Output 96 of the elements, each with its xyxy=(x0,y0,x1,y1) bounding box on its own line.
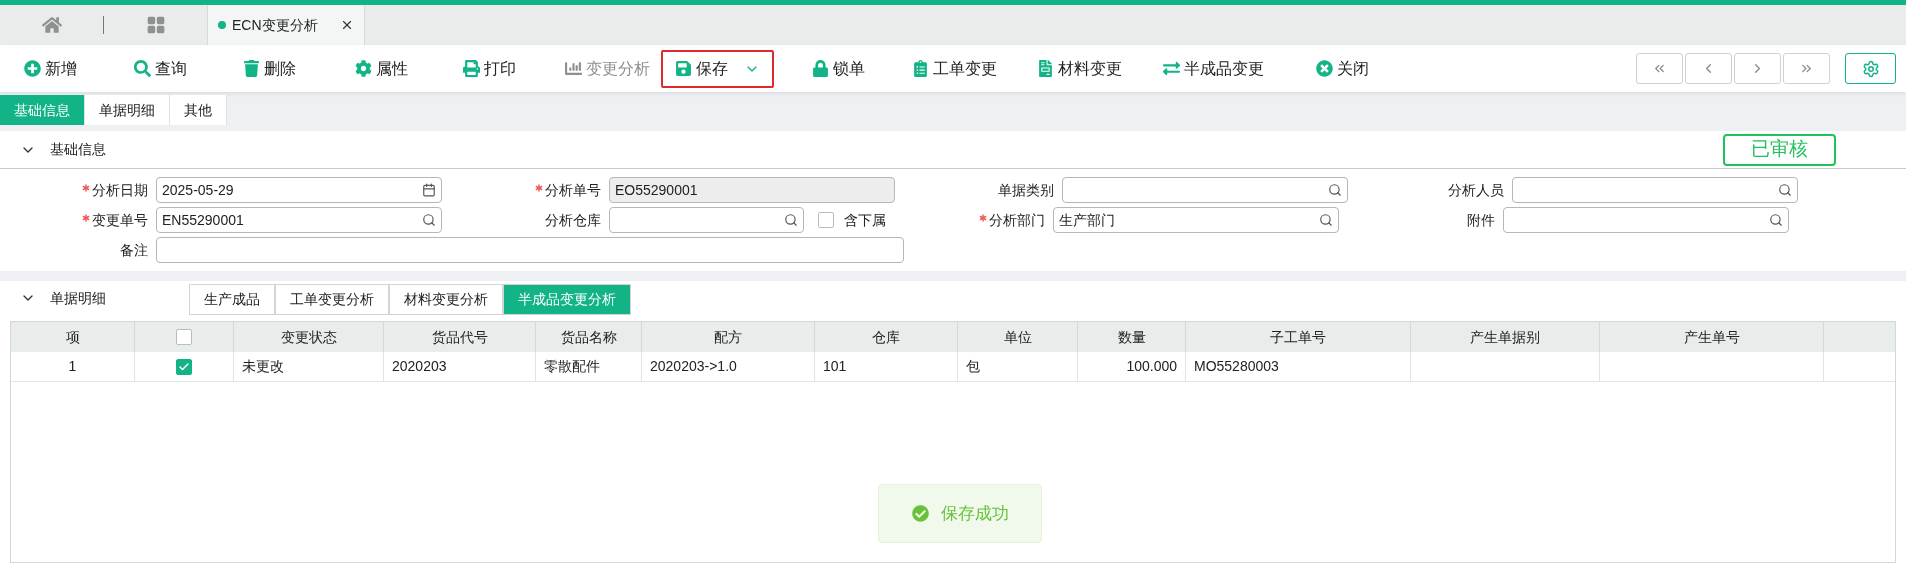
required-icon xyxy=(533,182,545,194)
close-icon[interactable] xyxy=(340,18,354,32)
column-header: 货品代号 xyxy=(431,327,488,347)
column-header: 产生单号 xyxy=(1683,327,1740,347)
column-header: 单位 xyxy=(1003,327,1032,347)
input-field[interactable] xyxy=(1512,177,1798,203)
field-label: 备注 xyxy=(120,240,148,260)
toolbar-button[interactable]: 关闭 xyxy=(1316,49,1369,88)
section-title: 单据明细 xyxy=(50,288,107,308)
grid-icon[interactable] xyxy=(145,15,166,35)
field-label: 分析仓库 xyxy=(545,210,601,230)
input-field[interactable] xyxy=(1062,177,1348,203)
table-cell-text: 2020203 xyxy=(392,357,447,376)
table-cell-text: 未更改 xyxy=(242,357,284,376)
toolbar-button[interactable]: 材料变更 xyxy=(1037,49,1122,88)
checkbox[interactable] xyxy=(176,358,192,375)
status-stamp: 已审核 xyxy=(1723,133,1836,166)
column-header: 项 xyxy=(65,327,80,347)
field-label: 变更单号 xyxy=(92,210,148,230)
required-icon xyxy=(80,182,92,194)
checkbox-label: 含下属 xyxy=(844,210,886,230)
search-icon[interactable] xyxy=(422,213,436,227)
clipboard-icon xyxy=(912,60,929,77)
column-header: 货品名称 xyxy=(560,327,617,347)
table-cell-text: MO55280003 xyxy=(1194,357,1279,376)
table-cell-text: 1 xyxy=(68,357,77,376)
search-icon[interactable] xyxy=(1328,183,1342,197)
document-tab[interactable]: ECN变更分析 xyxy=(207,5,365,45)
field-label: 分析人员 xyxy=(1448,180,1504,200)
settings-icon xyxy=(355,60,372,77)
checkbox[interactable] xyxy=(818,212,834,228)
swap-icon xyxy=(1163,60,1180,77)
field-label: 分析日期 xyxy=(92,180,148,200)
toolbar-button[interactable]: 锁单 xyxy=(812,49,865,88)
settings-icon xyxy=(1861,59,1880,78)
section-tab[interactable]: 其他 xyxy=(170,95,227,125)
close-icon xyxy=(1316,60,1333,77)
column-header: 数量 xyxy=(1117,327,1146,347)
column-header: 配方 xyxy=(714,327,742,347)
toolbar-button[interactable]: 查询 xyxy=(134,49,187,88)
input-field[interactable]: EN55290001 xyxy=(156,207,442,233)
lock-icon xyxy=(812,60,829,77)
detail-tab[interactable]: 工单变更分析 xyxy=(275,284,389,315)
field-label: 分析单号 xyxy=(545,180,601,200)
search-icon xyxy=(134,60,151,77)
field-label: 分析部门 xyxy=(989,210,1045,230)
toast-message: 保存成功 xyxy=(878,484,1042,543)
required-icon xyxy=(80,212,92,224)
plus-icon xyxy=(24,60,41,77)
toolbar-button[interactable]: 工单变更 xyxy=(912,49,997,88)
field-label: 单据类别 xyxy=(998,180,1054,200)
settings-button[interactable] xyxy=(1845,53,1896,84)
search-icon[interactable] xyxy=(784,213,798,227)
calendar-icon[interactable] xyxy=(422,183,436,197)
check-icon xyxy=(178,360,190,373)
document-icon xyxy=(1037,60,1054,77)
search-icon[interactable] xyxy=(1769,213,1783,227)
checkbox[interactable] xyxy=(176,329,192,345)
printer-icon xyxy=(463,60,480,77)
pager-button[interactable] xyxy=(1783,53,1830,84)
search-icon[interactable] xyxy=(1778,183,1792,197)
table-cell-text: 101 xyxy=(823,357,847,376)
input-field[interactable] xyxy=(609,207,804,233)
search-icon[interactable] xyxy=(1319,213,1333,227)
table-cell-text: 2020203->1.0 xyxy=(650,357,737,376)
input-field[interactable] xyxy=(1503,207,1789,233)
pager-button[interactable] xyxy=(1636,53,1683,84)
required-icon xyxy=(977,212,989,224)
toolbar-button[interactable]: 属性 xyxy=(355,49,408,88)
column-header: 子工单号 xyxy=(1270,327,1326,347)
section-tab[interactable]: 单据明细 xyxy=(85,95,170,125)
table-cell-text: 零散配件 xyxy=(544,357,600,376)
check-icon xyxy=(911,505,929,522)
chart-icon xyxy=(565,60,582,77)
input-field[interactable] xyxy=(156,237,904,263)
detail-tab[interactable]: 材料变更分析 xyxy=(389,284,503,315)
field-label: 附件 xyxy=(1467,210,1495,230)
table-cell-text: 包 xyxy=(966,357,980,376)
toolbar-button[interactable]: 删除 xyxy=(243,49,296,88)
column-header: 产生单据别 xyxy=(1470,327,1540,347)
detail-tab[interactable]: 生产成品 xyxy=(189,284,275,315)
input-field[interactable]: EO55290001 xyxy=(609,177,895,203)
toolbar-button[interactable]: 新增 xyxy=(24,49,77,88)
trash-icon xyxy=(243,60,260,77)
input-field[interactable]: 生产部门 xyxy=(1053,207,1339,233)
table-cell-text: 100.000 xyxy=(1126,357,1177,376)
toolbar-button[interactable]: 保存 xyxy=(661,49,774,88)
toolbar-button[interactable]: 打印 xyxy=(463,49,516,88)
toolbar-button[interactable]: 半成品变更 xyxy=(1163,49,1264,88)
section-title: 基础信息 xyxy=(50,140,106,159)
pager-button[interactable] xyxy=(1685,53,1732,84)
column-header: 仓库 xyxy=(872,327,900,347)
input-field[interactable]: 2025-05-29 xyxy=(156,177,442,203)
column-header: 变更状态 xyxy=(280,327,337,347)
home-icon[interactable] xyxy=(41,15,62,35)
pager-button[interactable] xyxy=(1734,53,1781,84)
